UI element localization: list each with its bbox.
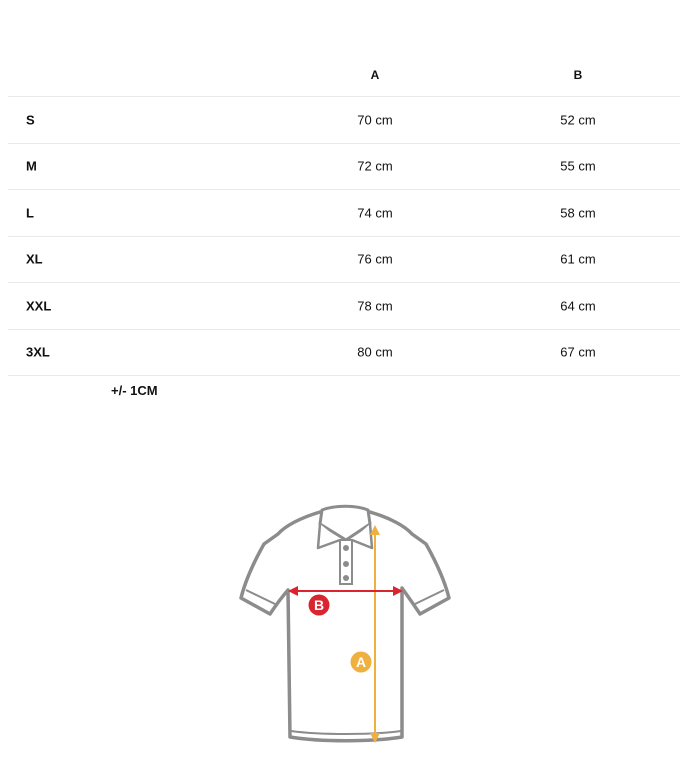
size-chart-table: A B S 70 cm 52 cm M 72 cm 55 cm L 74 cm …	[8, 54, 680, 376]
measure-b: 55 cm	[560, 158, 596, 174]
table-row: 3XL 80 cm 67 cm	[8, 330, 680, 376]
header-col-b: B	[573, 68, 583, 82]
measure-a: 72 cm	[357, 158, 393, 174]
table-row: S 70 cm 52 cm	[8, 97, 680, 144]
size-label: XL	[26, 251, 43, 267]
placket-button	[343, 561, 349, 567]
measure-a: 80 cm	[357, 344, 393, 360]
table-header-row: A B	[8, 54, 680, 97]
measure-a: 76 cm	[357, 251, 393, 267]
measurement-b-label: B	[314, 597, 324, 613]
measure-b: 64 cm	[560, 298, 596, 314]
measure-b: 67 cm	[560, 344, 596, 360]
placket-button	[343, 575, 349, 581]
size-label: M	[26, 158, 37, 174]
header-col-a: A	[370, 68, 380, 82]
measure-b: 61 cm	[560, 251, 596, 267]
measure-b: 52 cm	[560, 112, 596, 128]
tolerance-note: +/- 1CM	[111, 383, 158, 398]
table-row: M 72 cm 55 cm	[8, 144, 680, 190]
measure-a: 74 cm	[357, 205, 393, 221]
placket-button	[343, 545, 349, 551]
measurement-a-label: A	[356, 654, 366, 670]
measure-a: 70 cm	[357, 112, 393, 128]
polo-shirt-measurement-diagram: A B	[239, 504, 451, 743]
size-label: 3XL	[26, 344, 50, 360]
measure-b: 58 cm	[560, 205, 596, 221]
measure-a: 78 cm	[357, 298, 393, 314]
table-row: XXL 78 cm 64 cm	[8, 283, 680, 330]
table-row: L 74 cm 58 cm	[8, 190, 680, 237]
size-label: XXL	[26, 298, 52, 314]
size-label: L	[26, 205, 34, 221]
size-label: S	[26, 112, 35, 128]
table-row: XL 76 cm 61 cm	[8, 237, 680, 283]
